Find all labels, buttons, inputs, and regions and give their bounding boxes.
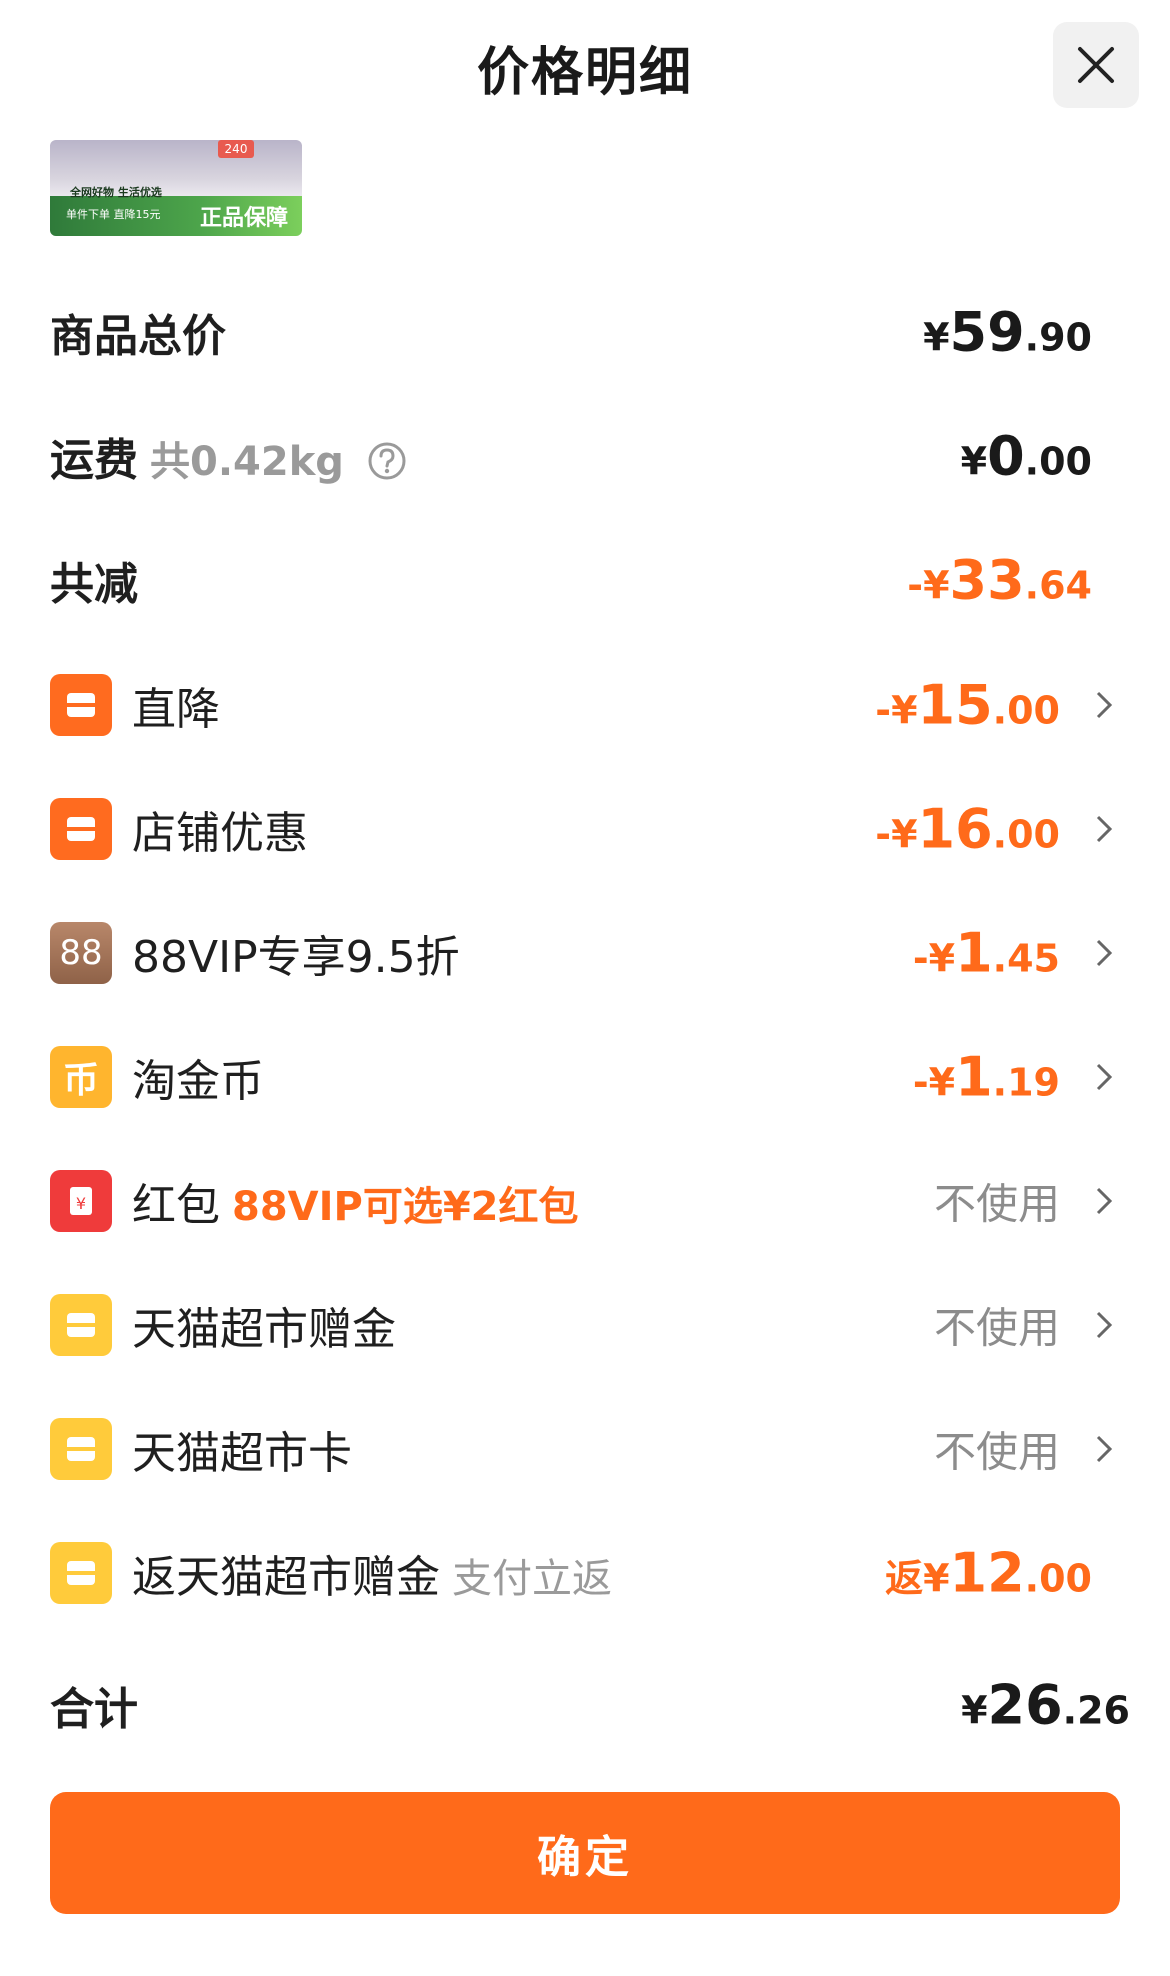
cashback-sub: 支付立返 [452, 1556, 612, 1602]
banner-top-line: 全网好物 生活优选 [70, 186, 162, 199]
chevron-right-icon [1096, 1311, 1113, 1339]
chevron-right-icon [1096, 1063, 1113, 1091]
help-icon[interactable] [367, 441, 407, 481]
shipping-label: 运费 共0.42kg [50, 424, 407, 488]
chevron-right-icon [1096, 1435, 1113, 1463]
chevron-right-icon [1096, 1187, 1113, 1215]
vip-discount-row[interactable]: 88 88VIP专享9.5折 -¥1.45 [0, 903, 1170, 1003]
cashback-value: 返¥12.00 [885, 1541, 1092, 1605]
red-packet-label: 红包 88VIP可选¥2红包 [132, 1180, 579, 1231]
cashback-row: 返天猫超市赠金 支付立返 返¥12.00 [0, 1523, 1170, 1623]
shop-icon [50, 798, 112, 860]
cashback-label: 返天猫超市赠金 支付立返 [132, 1552, 612, 1603]
market-card-row[interactable]: 天猫超市卡 不使用 [0, 1399, 1170, 1499]
store-coupon-label: 店铺优惠 [132, 808, 308, 859]
product-banner-image: 240 全网好物 生活优选 单件下单 直降15元 正品保障 [50, 140, 302, 236]
banner-bottom-line: 单件下单 直降15元 [66, 208, 161, 221]
vip-discount-label: 88VIP专享9.5折 [132, 932, 460, 983]
chevron-right-icon [1096, 939, 1113, 967]
gift-money-row[interactable]: 天猫超市赠金 不使用 [0, 1275, 1170, 1375]
direct-cut-label: 直降 [132, 684, 220, 735]
market-card-value: 不使用 [933, 1427, 1060, 1477]
page-title: 价格明细 [476, 43, 693, 103]
market-card-label: 天猫超市卡 [132, 1428, 352, 1479]
direct-cut-value: -¥15.00 [875, 673, 1060, 737]
coin-icon: 币 [50, 1046, 112, 1108]
discount-total-value: -¥33.64 [907, 548, 1092, 612]
banner-guarantee: 正品保障 [200, 206, 289, 231]
chevron-right-icon [1096, 815, 1113, 843]
chevron-right-icon [1096, 691, 1113, 719]
red-packet-value: 不使用 [933, 1179, 1060, 1229]
store-coupon-value: -¥16.00 [875, 797, 1060, 861]
red-packet-icon: ¥ [50, 1170, 112, 1232]
close-button[interactable] [1053, 22, 1139, 108]
red-packet-promo: 88VIP可选¥2红包 [232, 1184, 579, 1230]
confirm-button[interactable]: 确定 [50, 1792, 1120, 1914]
direct-cut-row[interactable]: 直降 -¥15.00 [0, 655, 1170, 755]
total-price-label: 商品总价 [50, 311, 226, 362]
vip-88-icon: 88 [50, 922, 112, 984]
coins-row[interactable]: 币 淘金币 -¥1.19 [0, 1027, 1170, 1127]
ticket-icon [50, 1542, 112, 1604]
banner-badge: 240 [218, 140, 254, 158]
sum-label: 合计 [50, 1684, 138, 1735]
vip-discount-value: -¥1.45 [912, 921, 1060, 985]
total-price-value: ¥59.90 [923, 300, 1092, 364]
total-price-row: 商品总价 ¥59.90 [0, 282, 1170, 382]
gift-money-value: 不使用 [933, 1303, 1060, 1353]
gift-money-label: 天猫超市赠金 [132, 1304, 396, 1355]
discount-total-row: 共减 -¥33.64 [0, 530, 1170, 630]
header: 价格明细 [0, 0, 1170, 130]
ticket-icon [50, 1294, 112, 1356]
sum-row: 合计 ¥26.26 [0, 1655, 1170, 1755]
sum-value: ¥26.26 [961, 1673, 1130, 1737]
svg-text:¥: ¥ [76, 1194, 86, 1213]
shipping-weight: 共0.42kg [150, 439, 344, 485]
discount-total-label: 共减 [50, 559, 138, 610]
coins-value: -¥1.19 [912, 1045, 1060, 1109]
shipping-value: ¥0.00 [960, 424, 1092, 488]
coins-label: 淘金币 [132, 1056, 264, 1107]
ticket-icon [50, 1418, 112, 1480]
red-packet-row[interactable]: ¥ 红包 88VIP可选¥2红包 不使用 [0, 1151, 1170, 1251]
shop-icon [50, 674, 112, 736]
close-icon [1078, 47, 1114, 83]
shipping-row: 运费 共0.42kg ¥0.00 [0, 406, 1170, 506]
store-coupon-row[interactable]: 店铺优惠 -¥16.00 [0, 779, 1170, 879]
